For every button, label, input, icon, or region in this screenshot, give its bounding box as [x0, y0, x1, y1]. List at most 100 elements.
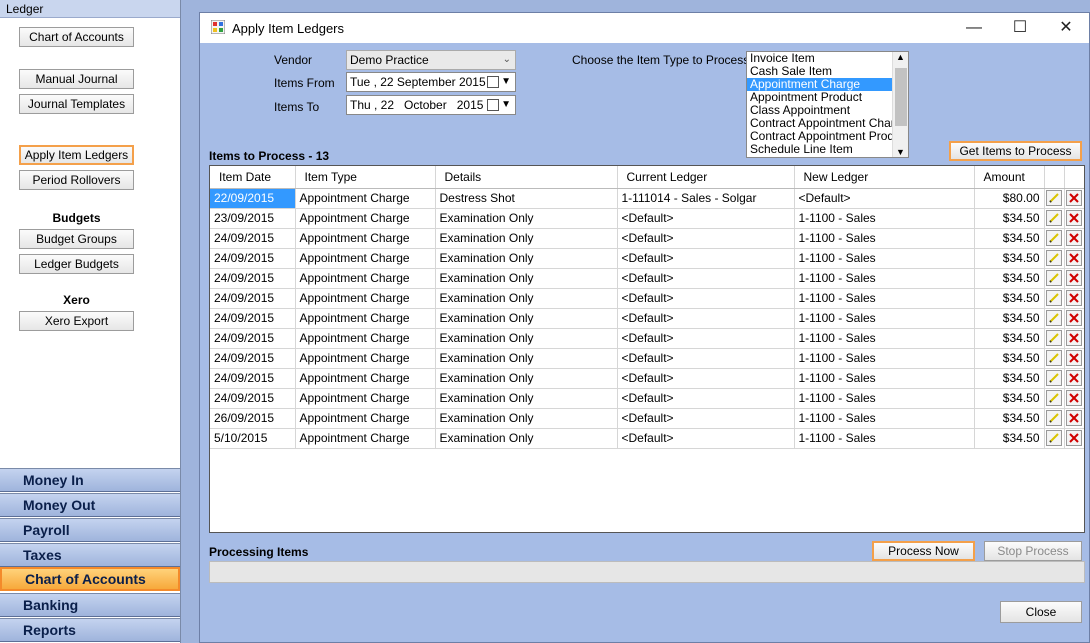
- table-row[interactable]: 5/10/2015 Appointment Charge Examination O…: [210, 428, 1084, 449]
- item-type-option[interactable]: Contract Appointment Product: [747, 130, 893, 143]
- cell-item-type[interactable]: Appointment Charge: [295, 188, 436, 209]
- cell-amount[interactable]: $34.50: [974, 408, 1045, 429]
- cell-amount[interactable]: $34.50: [974, 428, 1045, 449]
- pencil-icon[interactable]: [1046, 390, 1062, 406]
- delete-x-icon[interactable]: [1066, 270, 1083, 286]
- cell-item-date[interactable]: 24/09/2015: [210, 388, 296, 409]
- table-row[interactable]: 24/09/2015 Appointment Charge Examination …: [210, 388, 1084, 409]
- journal-templates-button[interactable]: Journal Templates: [19, 94, 134, 114]
- delete-x-icon[interactable]: [1066, 330, 1083, 346]
- pencil-icon[interactable]: [1046, 430, 1062, 446]
- pencil-icon[interactable]: [1046, 210, 1062, 226]
- cell-current-ledger[interactable]: <Default>: [617, 228, 795, 249]
- pencil-icon[interactable]: [1046, 410, 1062, 426]
- delete-x-icon[interactable]: [1066, 430, 1083, 446]
- cell-details[interactable]: Examination Only: [435, 248, 618, 269]
- delete-x-icon[interactable]: [1066, 190, 1083, 206]
- cell-item-type[interactable]: Appointment Charge: [295, 288, 436, 309]
- cell-item-type[interactable]: Appointment Charge: [295, 208, 436, 229]
- nav-money-out[interactable]: Money Out: [0, 493, 180, 517]
- cell-amount[interactable]: $34.50: [974, 388, 1045, 409]
- cell-details[interactable]: Examination Only: [435, 328, 618, 349]
- cell-item-type[interactable]: Appointment Charge: [295, 368, 436, 389]
- item-type-option[interactable]: Schedule Line Item: [747, 143, 893, 156]
- cell-new-ledger[interactable]: 1-1100 - Sales: [794, 248, 975, 269]
- item-type-option[interactable]: Invoice Item: [747, 52, 893, 65]
- cell-new-ledger[interactable]: 1-1100 - Sales: [794, 268, 975, 289]
- cell-item-type[interactable]: Appointment Charge: [295, 388, 436, 409]
- nav-chart-of-accounts[interactable]: Chart of Accounts: [0, 567, 180, 591]
- delete-x-icon[interactable]: [1066, 350, 1083, 366]
- table-row[interactable]: 23/09/2015 Appointment Charge Examination …: [210, 208, 1084, 229]
- get-items-to-process-button[interactable]: Get Items to Process: [949, 141, 1082, 161]
- cell-item-type[interactable]: Appointment Charge: [295, 228, 436, 249]
- cell-item-type[interactable]: Appointment Charge: [295, 308, 436, 329]
- pencil-icon[interactable]: [1046, 330, 1062, 346]
- cell-amount[interactable]: $34.50: [974, 328, 1045, 349]
- cell-item-date[interactable]: 24/09/2015: [210, 268, 296, 289]
- cell-item-type[interactable]: Appointment Charge: [295, 248, 436, 269]
- budget-groups-button[interactable]: Budget Groups: [19, 229, 134, 249]
- table-row[interactable]: 24/09/2015 Appointment Charge Examination …: [210, 248, 1084, 269]
- column-header-details[interactable]: Details: [435, 166, 618, 189]
- delete-x-icon[interactable]: [1066, 410, 1083, 426]
- cell-item-date[interactable]: 5/10/2015: [210, 428, 296, 449]
- cell-current-ledger[interactable]: <Default>: [617, 308, 795, 329]
- cell-current-ledger[interactable]: <Default>: [617, 288, 795, 309]
- stop-process-button[interactable]: Stop Process: [984, 541, 1082, 561]
- cell-new-ledger[interactable]: 1-1100 - Sales: [794, 348, 975, 369]
- dialog-titlebar[interactable]: Apply Item Ledgers — ☐ ✕: [200, 13, 1089, 43]
- delete-x-icon[interactable]: [1066, 370, 1083, 386]
- cell-item-date[interactable]: 24/09/2015: [210, 328, 296, 349]
- cell-item-type[interactable]: Appointment Charge: [295, 348, 436, 369]
- pencil-icon[interactable]: [1046, 190, 1062, 206]
- cell-current-ledger[interactable]: <Default>: [617, 208, 795, 229]
- cell-amount[interactable]: $34.50: [974, 208, 1045, 229]
- cell-item-date[interactable]: 24/09/2015: [210, 228, 296, 249]
- cell-details[interactable]: Examination Only: [435, 208, 618, 229]
- table-row[interactable]: 24/09/2015 Appointment Charge Examination …: [210, 368, 1084, 389]
- ledger-budgets-button[interactable]: Ledger Budgets: [19, 254, 134, 274]
- cell-new-ledger[interactable]: 1-1100 - Sales: [794, 228, 975, 249]
- column-header-new-ledger[interactable]: New Ledger: [794, 166, 975, 189]
- cell-details[interactable]: Examination Only: [435, 408, 618, 429]
- cell-item-type[interactable]: Appointment Charge: [295, 268, 436, 289]
- cell-current-ledger[interactable]: <Default>: [617, 328, 795, 349]
- apply-item-ledgers-button[interactable]: Apply Item Ledgers: [19, 145, 134, 165]
- cell-details[interactable]: Examination Only: [435, 288, 618, 309]
- cell-new-ledger[interactable]: 1-1100 - Sales: [794, 408, 975, 429]
- pencil-icon[interactable]: [1046, 270, 1062, 286]
- table-row[interactable]: 24/09/2015 Appointment Charge Examination …: [210, 328, 1084, 349]
- delete-x-icon[interactable]: [1066, 250, 1083, 266]
- chart-of-accounts-button[interactable]: Chart of Accounts: [19, 27, 134, 47]
- period-rollovers-button[interactable]: Period Rollovers: [19, 170, 134, 190]
- cell-current-ledger[interactable]: <Default>: [617, 268, 795, 289]
- close-button[interactable]: Close: [1000, 601, 1082, 623]
- item-type-option[interactable]: Appointment Product: [747, 91, 893, 104]
- cell-item-type[interactable]: Appointment Charge: [295, 428, 436, 449]
- cell-current-ledger[interactable]: <Default>: [617, 368, 795, 389]
- chevron-down-icon[interactable]: ▼: [896, 147, 905, 157]
- delete-x-icon[interactable]: [1066, 210, 1083, 226]
- item-type-listbox[interactable]: Invoice Item Cash Sale Item Appointment …: [746, 51, 909, 158]
- cell-details[interactable]: Examination Only: [435, 268, 618, 289]
- item-type-option[interactable]: Contract Appointment Charge: [747, 117, 893, 130]
- table-row[interactable]: 24/09/2015 Appointment Charge Examination …: [210, 268, 1084, 289]
- cell-amount[interactable]: $34.50: [974, 248, 1045, 269]
- item-type-option[interactable]: Class Appointment: [747, 104, 893, 117]
- cell-new-ledger[interactable]: <Default>: [794, 188, 975, 209]
- cell-amount[interactable]: $34.50: [974, 308, 1045, 329]
- column-header-current-ledger[interactable]: Current Ledger: [617, 166, 795, 189]
- cell-current-ledger[interactable]: <Default>: [617, 408, 795, 429]
- column-header-item-date[interactable]: Item Date: [210, 166, 296, 189]
- cell-item-date[interactable]: 24/09/2015: [210, 368, 296, 389]
- column-header-amount[interactable]: Amount: [974, 166, 1045, 189]
- items-from-date-picker[interactable]: Tue , 22 September 2015 ▼: [346, 72, 516, 92]
- cell-item-date[interactable]: 24/09/2015: [210, 348, 296, 369]
- cell-current-ledger[interactable]: <Default>: [617, 248, 795, 269]
- table-row[interactable]: 24/09/2015 Appointment Charge Examination …: [210, 288, 1084, 309]
- cell-new-ledger[interactable]: 1-1100 - Sales: [794, 328, 975, 349]
- cell-current-ledger[interactable]: 1-111014 - Sales - Solgar: [617, 188, 795, 209]
- vendor-select[interactable]: Demo Practice ⌄: [346, 50, 516, 70]
- cell-details[interactable]: Examination Only: [435, 348, 618, 369]
